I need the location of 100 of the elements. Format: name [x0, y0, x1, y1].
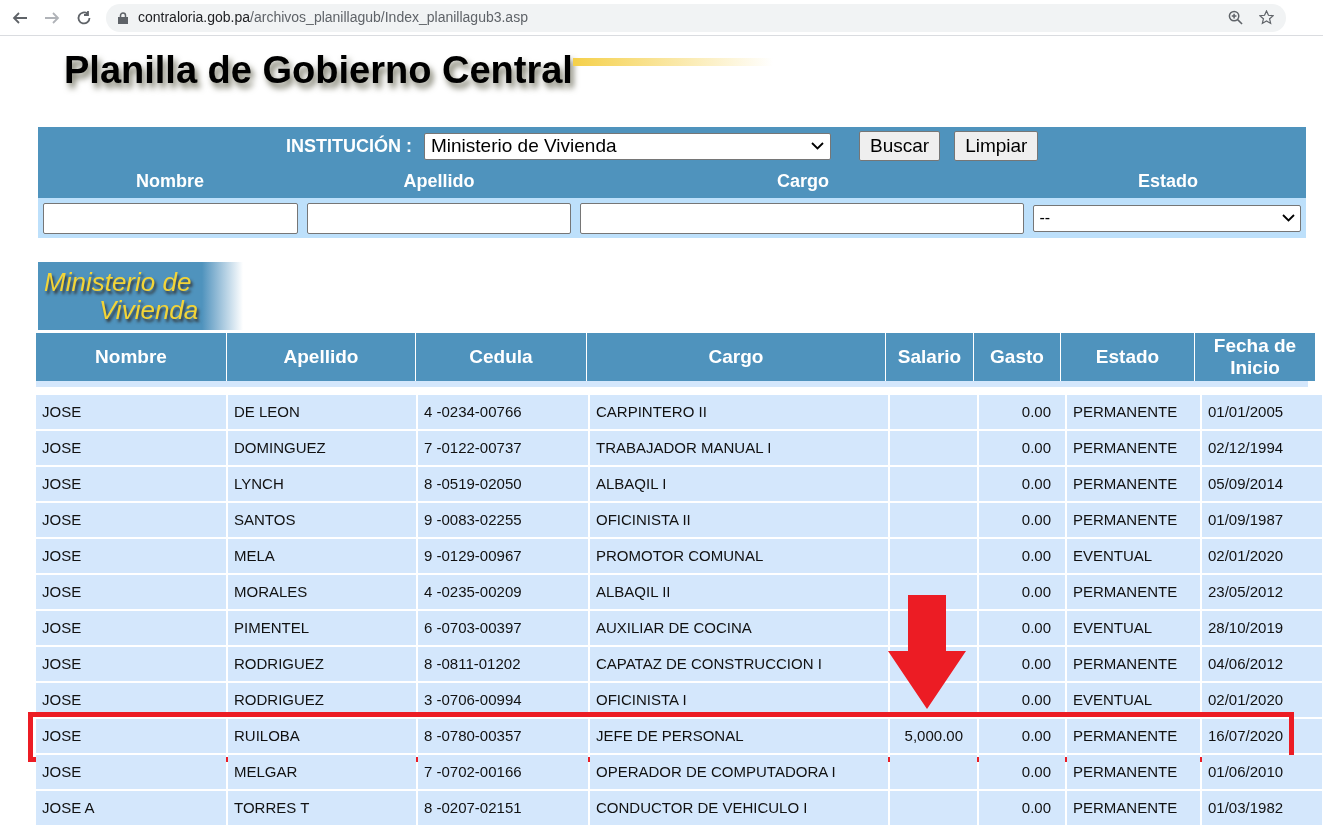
table-cell: PERMANENTE [1067, 791, 1200, 825]
estado-select[interactable]: -- [1033, 204, 1301, 232]
table-cell: LYNCH [228, 467, 416, 501]
table-cell: JOSE [36, 467, 226, 501]
filter-button[interactable]: Limpiar [954, 131, 1039, 161]
table-cell: 4 -0234-00766 [418, 395, 588, 429]
table-cell: 8 -0780-00357 [418, 719, 588, 753]
lock-icon [118, 11, 128, 24]
table-cell: PERMANENTE [1067, 719, 1200, 753]
filter-button[interactable]: Buscar [859, 131, 941, 161]
field-label: Estado [1137, 170, 1199, 193]
table-cell: JOSE [36, 539, 226, 573]
table-cell: JOSE [36, 755, 226, 789]
table-cell: 0.00 [979, 647, 1065, 681]
nombre-field[interactable] [43, 202, 298, 234]
apellido-field[interactable] [306, 202, 572, 234]
field-label: Nombre [135, 170, 205, 193]
column-header: Cedula [416, 333, 586, 381]
table-cell: JEFE DE PERSONAL [590, 719, 888, 753]
table-cell: JOSE [36, 611, 226, 645]
table-cell: 7 -0122-00737 [418, 431, 588, 465]
table-cell: 16/07/2020 [1202, 719, 1322, 753]
institution-label: INSTITUCIÓN : [286, 134, 412, 158]
table-cell: PERMANENTE [1067, 503, 1200, 537]
table-cell: PIMENTEL [228, 611, 416, 645]
table-cell: 04/06/2012 [1202, 647, 1322, 681]
table-cell: OPERADOR DE COMPUTADORA I [590, 755, 888, 789]
table-cell: CARPINTERO II [590, 395, 888, 429]
table-cell: PERMANENTE [1067, 575, 1200, 609]
down-arrow-icon [888, 595, 966, 709]
chevron-down-icon [811, 142, 824, 150]
table-cell: 01/06/2010 [1202, 755, 1322, 789]
table-cell: TRABAJADOR MANUAL I [590, 431, 888, 465]
column-header: Gasto [974, 333, 1060, 381]
address-bar[interactable]: contraloria.gob.pa/archivos_planillagub/Index_planillagub3.asp [106, 3, 1286, 32]
table-cell: 8 -0519-02050 [418, 467, 588, 501]
table-cell: CAPATAZ DE CONSTRUCCION I [590, 647, 888, 681]
url-text: contraloria.gob.pa/archivos_planillagub/Index_planillagub3.asp [138, 8, 528, 27]
table-cell: MELGAR [228, 755, 416, 789]
table-cell: 01/01/2005 [1202, 395, 1322, 429]
table-cell: 5,000.00 [890, 719, 977, 753]
table-cell: 8 -0207-02151 [418, 791, 588, 825]
table-cell: 0.00 [979, 755, 1065, 789]
table-cell: 0.00 [979, 395, 1065, 429]
table-cell: 01/03/1982 [1202, 791, 1322, 825]
column-header: Apellido [227, 333, 415, 381]
table-cell: DE LEON [228, 395, 416, 429]
star-icon[interactable] [1259, 10, 1274, 25]
field-label: Apellido [402, 170, 476, 193]
back-icon[interactable] [12, 9, 28, 26]
institution-banner: Ministerio de Vivienda [38, 262, 243, 330]
table-cell: JOSE [36, 395, 226, 429]
column-header: Cargo [587, 333, 885, 381]
table-cell: JOSE [36, 431, 226, 465]
table-cell: 7 -0702-00166 [418, 755, 588, 789]
zoom-icon[interactable] [1228, 10, 1243, 25]
table-cell: 0.00 [979, 467, 1065, 501]
column-header: Estado [1061, 333, 1194, 381]
table-cell: 0.00 [979, 539, 1065, 573]
table-cell: PERMANENTE [1067, 467, 1200, 501]
table-cell: PERMANENTE [1067, 431, 1200, 465]
table-cell: 02/01/2020 [1202, 683, 1322, 717]
table-cell: 05/09/2014 [1202, 467, 1322, 501]
table-cell: MORALES [228, 575, 416, 609]
table-cell: 9 -0083-02255 [418, 503, 588, 537]
table-cell: DOMINGUEZ [228, 431, 416, 465]
field-label: Cargo [776, 170, 830, 193]
column-header: Salario [886, 333, 973, 381]
reload-icon[interactable] [76, 9, 92, 26]
table-cell: JOSE A [36, 791, 226, 825]
table-cell: 01/09/1987 [1202, 503, 1322, 537]
chevron-down-icon [1282, 214, 1295, 222]
table-cell: 28/10/2019 [1202, 611, 1322, 645]
table-cell: 8 -0811-01202 [418, 647, 588, 681]
column-header: Nombre [36, 333, 226, 381]
table-cell: 6 -0703-00397 [418, 611, 588, 645]
table-cell: 0.00 [979, 719, 1065, 753]
table-cell: 9 -0129-00967 [418, 539, 588, 573]
table-cell: JOSE [36, 647, 226, 681]
table-cell: 0.00 [979, 503, 1065, 537]
table-cell: JOSE [36, 575, 226, 609]
table-cell: CONDUCTOR DE VEHICULO I [590, 791, 888, 825]
table-cell: 0.00 [979, 575, 1065, 609]
cargo-field[interactable] [580, 202, 1025, 234]
table-cell: 02/01/2020 [1202, 539, 1322, 573]
table-cell: PERMANENTE [1067, 395, 1200, 429]
table-cell: ALBAQIL I [590, 467, 888, 501]
table-cell: 4 -0235-00209 [418, 575, 588, 609]
table-cell: RODRIGUEZ [228, 647, 416, 681]
table-cell: RUILOBA [228, 719, 416, 753]
table-cell: EVENTUAL [1067, 611, 1200, 645]
institution-select[interactable]: Ministerio de Vivienda [424, 132, 831, 160]
table-cell: PERMANENTE [1067, 647, 1200, 681]
table-cell: SANTOS [228, 503, 416, 537]
table-cell: PERMANENTE [1067, 755, 1200, 789]
table-cell: 0.00 [979, 611, 1065, 645]
table-cell: OFICINISTA II [590, 503, 888, 537]
table-cell: ALBAQIL II [590, 575, 888, 609]
table-cell: 0.00 [979, 791, 1065, 825]
table-cell: EVENTUAL [1067, 539, 1200, 573]
